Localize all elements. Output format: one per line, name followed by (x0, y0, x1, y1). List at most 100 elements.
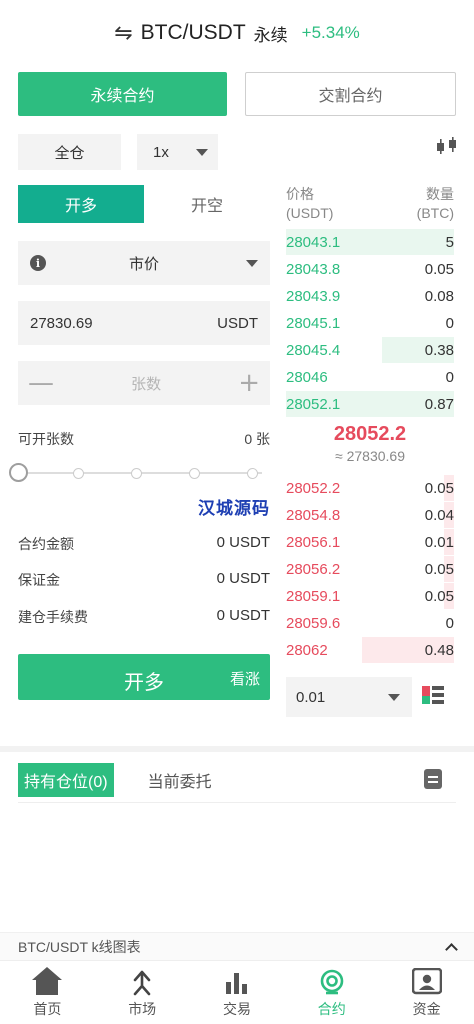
quantity-stepper[interactable]: — 张数 + (18, 361, 270, 405)
row-qty: 0.04 (424, 506, 454, 524)
bid-row[interactable]: 28046 0 (286, 364, 454, 390)
ask-row[interactable]: 28056.2 0.05 (286, 556, 454, 582)
bid-row[interactable]: 28045.1 0 (286, 310, 454, 336)
tab-delivery[interactable]: 交割合约 (245, 72, 456, 116)
amount-slider[interactable] (9, 463, 270, 483)
slider-step-50[interactable] (131, 468, 142, 479)
candle-settings-icon[interactable] (436, 136, 458, 156)
ask-row[interactable]: 28062 0.48 (286, 637, 454, 663)
ask-row[interactable]: 28052.2 0.05 (286, 475, 454, 501)
bullish-label: 看涨 (229, 671, 260, 688)
row-qty: 0.48 (424, 641, 454, 659)
row-price: 28056.1 (286, 533, 341, 551)
bid-row[interactable]: 28045.4 0.38 (286, 337, 454, 363)
order-book: 价格 (USDT) 数量 (BTC) 28043.1 5 28043.8 0.05 28… (286, 185, 454, 663)
pair-title[interactable]: BTC/USDT (141, 21, 246, 45)
row-price: 28059.6 (286, 614, 341, 632)
tabbar-label-funds: 资金 (412, 1001, 441, 1017)
tabbar-item-contract[interactable]: 合约 (284, 961, 379, 1024)
quantity-input[interactable]: 张数 (131, 373, 161, 394)
bottom-tabbar: 首页 市场 交易 合约 资金 (0, 960, 474, 1024)
document-icon[interactable] (424, 769, 442, 789)
bid-row[interactable]: 28043.9 0.08 (286, 283, 454, 309)
trade-chart-icon (225, 973, 247, 994)
tab-perpetual[interactable]: 永续合约 (18, 72, 227, 116)
mode-row: 全仓 1x (18, 134, 458, 170)
minus-button[interactable]: — (28, 370, 54, 396)
row-qty: 0.01 (424, 533, 454, 551)
bid-row[interactable]: 28052.1 0.87 (286, 391, 454, 417)
contract-amount-value: 0 USDT (216, 534, 270, 551)
plus-button[interactable]: + (238, 370, 260, 396)
bid-row[interactable]: 28043.8 0.05 (286, 256, 454, 282)
margin-mode-button[interactable]: 全仓 (18, 134, 121, 170)
row-price: 28052.2 (286, 479, 341, 497)
index-price: ≈ 27830.69 (335, 448, 405, 464)
order-book-header: 价格 (USDT) 数量 (BTC) (286, 185, 454, 223)
price-input[interactable]: 27830.69 USDT (18, 301, 270, 345)
fee-row: 建仓手续费 0 USDT (18, 607, 270, 627)
margin-value: 0 USDT (216, 570, 270, 587)
slider-step-25[interactable] (73, 468, 84, 479)
price-change: +5.34% (301, 23, 360, 42)
available-row: 可开张数 0 张 (18, 429, 270, 449)
chevron-up-icon[interactable] (445, 943, 458, 956)
depth-precision-value: 0.01 (296, 688, 326, 706)
tab-open-short[interactable]: 开空 (144, 185, 270, 223)
leverage-select[interactable]: 1x (137, 134, 218, 170)
order-type-select[interactable]: i 市价 (18, 241, 270, 285)
home-icon (32, 967, 63, 995)
section-divider (0, 746, 474, 752)
row-price: 28059.1 (286, 587, 341, 605)
kline-bar[interactable]: BTC/USDT k线图表 (0, 932, 474, 960)
price-unit: USDT (217, 314, 258, 332)
tabbar-item-trade[interactable]: 交易 (190, 961, 285, 1024)
row-qty: 0.87 (424, 395, 454, 413)
fee-label: 建仓手续费 (18, 609, 88, 625)
row-price: 28052.1 (286, 395, 341, 413)
contract-icon (320, 969, 344, 995)
depth-precision-select[interactable]: 0.01 (286, 677, 412, 717)
row-price: 28043.8 (286, 260, 341, 278)
row-price: 28043.1 (286, 233, 341, 251)
tab-open-long[interactable]: 开多 (18, 185, 144, 223)
row-qty: 0.05 (424, 479, 454, 497)
ask-row[interactable]: 28059.6 0 (286, 610, 454, 636)
tab-current-orders[interactable]: 当前委托 (142, 763, 218, 797)
watermark-text: 汉城源码 (198, 499, 270, 518)
contract-amount-row: 合约金额 0 USDT (18, 534, 270, 554)
tab-holding-positions[interactable]: 持有仓位(0) (18, 762, 114, 797)
wallet-icon (411, 968, 442, 995)
info-icon[interactable]: i (30, 255, 46, 271)
margin-label: 保证金 (18, 572, 60, 588)
slider-step-100[interactable] (247, 468, 258, 479)
slider-handle[interactable] (9, 463, 28, 482)
price-unit-header: (USDT) (286, 205, 334, 221)
row-price: 28043.9 (286, 287, 341, 305)
qty-header: 数量 (426, 186, 454, 202)
open-long-button[interactable]: 开多 看涨 (18, 654, 270, 700)
ask-row[interactable]: 28059.1 0.05 (286, 583, 454, 609)
contract-amount-label: 合约金额 (18, 536, 74, 552)
tabbar-item-market[interactable]: 市场 (95, 961, 190, 1024)
bid-row[interactable]: 28043.1 5 (286, 229, 454, 255)
market-icon (133, 970, 151, 996)
tabbar-item-funds[interactable]: 资金 (379, 961, 474, 1024)
ask-row[interactable]: 28056.1 0.01 (286, 529, 454, 555)
caret-down-icon (388, 694, 400, 701)
swap-arrows-icon[interactable]: ⇋ (114, 21, 132, 46)
slider-step-75[interactable] (189, 468, 200, 479)
last-price[interactable]: 28052.2 (286, 423, 454, 446)
kline-label: BTC/USDT k线图表 (18, 938, 141, 955)
row-qty: 0.08 (424, 287, 454, 305)
row-price: 28045.1 (286, 314, 341, 332)
contract-tabs: 永续合约 交割合约 (18, 72, 456, 116)
row-price: 28046 (286, 368, 328, 386)
tabbar-label-contract: 合约 (317, 1001, 346, 1017)
row-qty: 0 (445, 614, 454, 632)
price-header: 价格 (286, 186, 314, 202)
order-panel: 开多 开空 i 市价 27830.69 USDT — 张数 + 可开张数 0 张… (9, 185, 270, 700)
ask-row[interactable]: 28054.8 0.04 (286, 502, 454, 528)
book-layout-icon[interactable] (422, 686, 444, 704)
tabbar-item-home[interactable]: 首页 (0, 961, 95, 1024)
